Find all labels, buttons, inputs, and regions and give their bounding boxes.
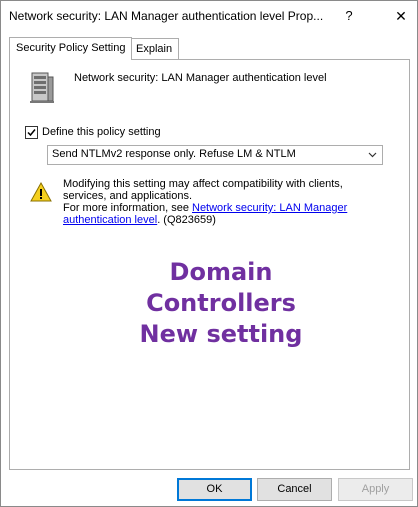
warning-line-2: For more information, see Network securi…: [63, 202, 383, 226]
warning-text: Modifying this setting may affect compat…: [63, 178, 383, 226]
apply-button[interactable]: Apply: [338, 478, 413, 501]
define-setting-checkbox[interactable]: [25, 126, 38, 139]
cancel-button[interactable]: Cancel: [257, 478, 332, 501]
warning-line-1: Modifying this setting may affect compat…: [63, 178, 343, 202]
ok-button[interactable]: OK: [177, 478, 252, 501]
auth-level-value: Send NTLMv2 response only. Refuse LM & N…: [52, 148, 296, 160]
define-setting-label: Define this policy setting: [42, 126, 161, 138]
tab-security-policy-setting[interactable]: Security Policy Setting: [9, 37, 133, 60]
annotation-overlay: Domain Controllers New setting: [121, 257, 321, 350]
checkmark-icon: [27, 129, 36, 137]
window-title: Network security: LAN Manager authentica…: [9, 9, 324, 23]
help-button[interactable]: ?: [337, 4, 361, 28]
title-bar: Network security: LAN Manager authentica…: [1, 1, 417, 31]
server-icon: [30, 72, 54, 103]
chevron-down-icon: [368, 152, 377, 158]
warning-pre-link: For more information, see: [63, 202, 192, 214]
annotation-line-1: Domain: [169, 258, 273, 286]
warning-post-link: . (Q823659): [157, 214, 216, 226]
policy-name: Network security: LAN Manager authentica…: [74, 72, 327, 84]
properties-dialog: Network security: LAN Manager authentica…: [0, 0, 418, 507]
tab-explain[interactable]: Explain: [129, 38, 180, 59]
warning-icon: [30, 182, 52, 202]
close-button[interactable]: ✕: [389, 4, 413, 28]
annotation-line-3: New setting: [139, 320, 303, 348]
annotation-line-2: Controllers: [146, 289, 296, 317]
auth-level-select[interactable]: Send NTLMv2 response only. Refuse LM & N…: [47, 145, 383, 165]
